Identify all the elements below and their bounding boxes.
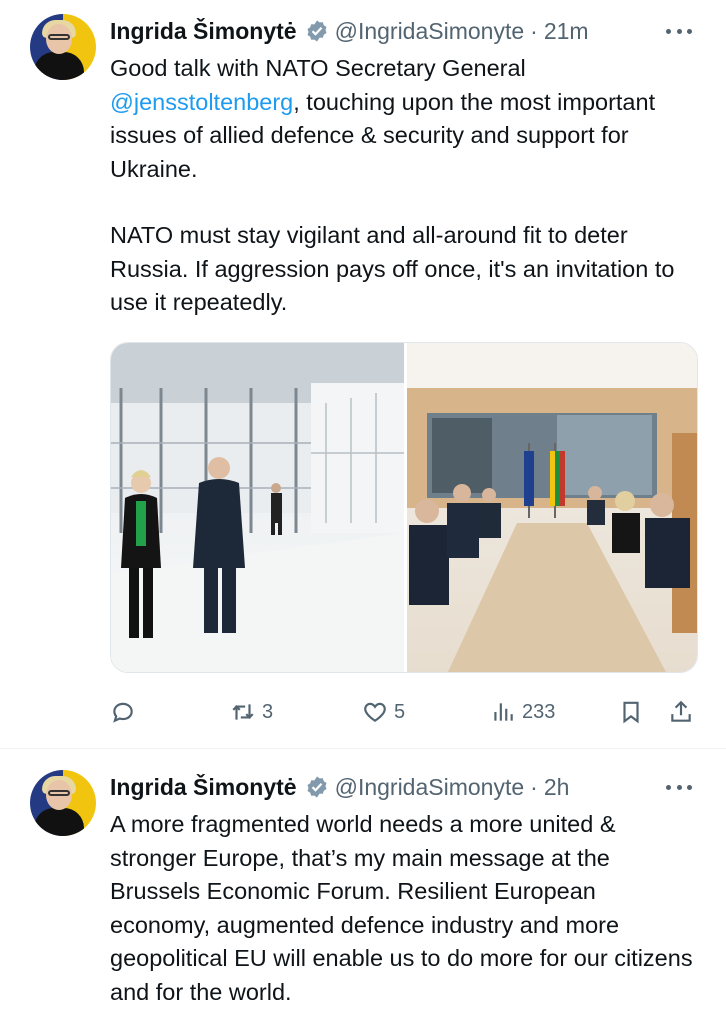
author-handle[interactable]: @IngridaSimonyte [335, 18, 525, 45]
avatar[interactable] [30, 14, 96, 80]
heart-icon [364, 702, 386, 722]
retweet-icon [232, 704, 254, 720]
reply-button[interactable] [110, 694, 142, 730]
more-horizontal-icon[interactable] [666, 18, 692, 44]
avatar[interactable] [30, 770, 96, 836]
author-name[interactable]: Ingrida Šimonytė [110, 18, 297, 45]
verified-badge-icon [307, 20, 327, 42]
text-part: Good talk with NATO Secretary General [110, 55, 526, 81]
tweet-1[interactable]: Ingrida Šimonytė @IngridaSimonyte · 21m … [0, 0, 726, 748]
retweet-count: 3 [262, 700, 274, 723]
text-paragraph: A more fragmented world needs a more uni… [110, 811, 693, 1005]
timestamp[interactable]: 2h [544, 774, 570, 801]
author-handle[interactable]: @IngridaSimonyte [335, 774, 525, 801]
reply-icon [113, 702, 133, 723]
views-count: 233 [522, 700, 556, 723]
bookmark-icon [623, 701, 639, 724]
tweet-text: A more fragmented world needs a more uni… [110, 808, 700, 1009]
tweet-2[interactable]: Ingrida Šimonytė @IngridaSimonyte · 2h A… [0, 749, 726, 1024]
share-icon [671, 700, 691, 722]
tweet-actions: 3 5 233 [110, 694, 700, 730]
views-button[interactable]: 233 [490, 694, 555, 730]
views-chart-icon [494, 703, 513, 721]
tweet-header: Ingrida Šimonytė @IngridaSimonyte · 2h [110, 770, 569, 804]
timestamp[interactable]: 21m [544, 18, 589, 45]
retweet-button[interactable]: 3 [230, 694, 273, 730]
bookmark-button[interactable] [618, 694, 644, 730]
mention-link[interactable]: @jensstoltenberg [110, 89, 293, 115]
share-button[interactable] [668, 694, 694, 730]
photo-meeting[interactable] [407, 343, 697, 672]
tweet-media[interactable] [110, 342, 698, 673]
like-count: 5 [394, 700, 406, 723]
tweet-text: Good talk with NATO Secretary General @j… [110, 52, 700, 320]
verified-badge-icon [307, 776, 327, 798]
separator-dot: · [530, 773, 538, 800]
author-name[interactable]: Ingrida Šimonytė [110, 774, 297, 801]
more-horizontal-icon[interactable] [666, 774, 692, 800]
separator-dot: · [530, 17, 538, 44]
text-paragraph-2: NATO must stay vigilant and all-around f… [110, 222, 675, 315]
tweet-header: Ingrida Šimonytė @IngridaSimonyte · 21m [110, 14, 589, 48]
like-button[interactable]: 5 [362, 694, 405, 730]
photo-atrium[interactable] [111, 343, 404, 672]
